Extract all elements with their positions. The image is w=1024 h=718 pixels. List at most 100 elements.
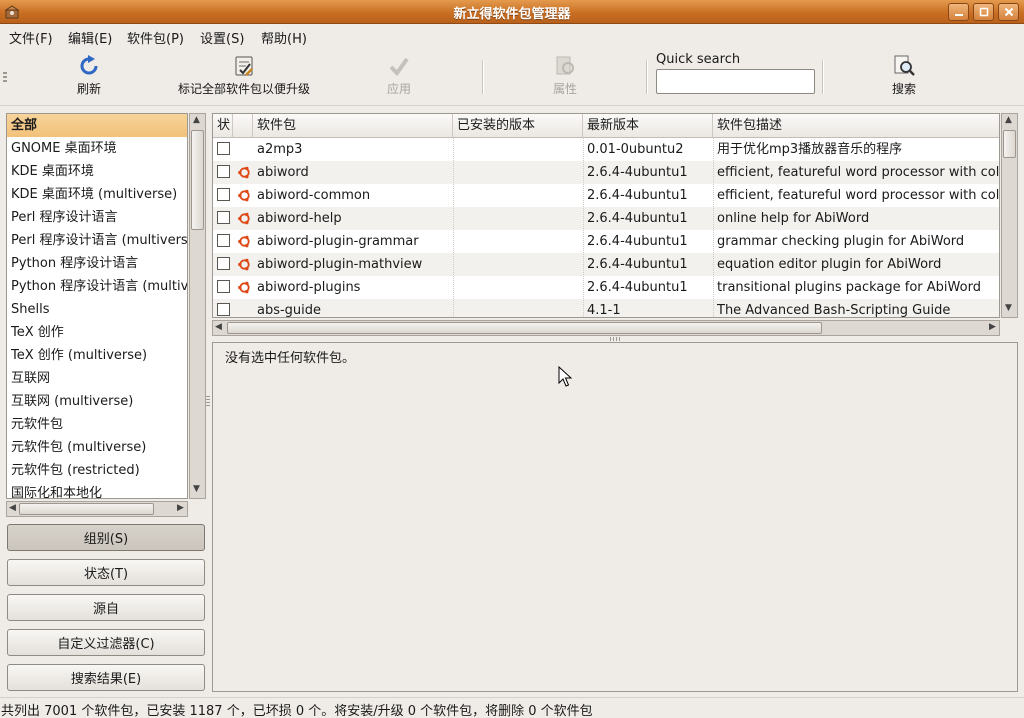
- section-item[interactable]: KDE 桌面环境 (multiverse): [7, 183, 187, 206]
- menu-settings[interactable]: 设置(S): [200, 28, 244, 47]
- scroll-right-icon[interactable]: ▶: [989, 322, 996, 332]
- section-list-vscrollbar[interactable]: ▲ ▼: [189, 113, 206, 499]
- table-hscrollbar[interactable]: ◀ ▶: [212, 320, 1000, 336]
- scroll-up-icon[interactable]: ▲: [193, 115, 200, 125]
- menu-package[interactable]: 软件包(P): [127, 28, 184, 47]
- minimize-button[interactable]: [948, 3, 969, 21]
- refresh-label: 刷新: [76, 82, 101, 96]
- groups-filter-button[interactable]: 组别(S): [7, 524, 205, 551]
- package-checkbox[interactable]: [217, 280, 230, 293]
- table-row[interactable]: abiword-help 2.6.4-4ubuntu1 online help fo…: [213, 207, 999, 230]
- package-checkbox[interactable]: [217, 257, 230, 270]
- section-item[interactable]: Python 程序设计语言: [7, 252, 187, 275]
- package-checkbox[interactable]: [217, 211, 230, 224]
- refresh-button[interactable]: 刷新: [68, 54, 110, 97]
- scroll-up-icon[interactable]: ▲: [1005, 115, 1012, 125]
- column-support[interactable]: [233, 114, 253, 138]
- section-list[interactable]: 全部 GNOME 桌面环境 KDE 桌面环境 KDE 桌面环境 (multiverse…: [6, 113, 188, 499]
- properties-icon: [556, 56, 574, 75]
- column-divider: [453, 138, 454, 317]
- installed-version: [453, 230, 583, 253]
- scroll-thumb[interactable]: [19, 503, 154, 515]
- column-description[interactable]: 软件包描述: [713, 114, 999, 138]
- section-item[interactable]: Perl 程序设计语言: [7, 206, 187, 229]
- table-row[interactable]: a2mp3 0.01-0ubuntu2 用于优化mp3播放器音乐的程序: [213, 138, 999, 161]
- latest-version: 4.1-1: [587, 303, 621, 318]
- section-item[interactable]: 互联网: [7, 367, 187, 390]
- menu-help[interactable]: 帮助(H): [261, 28, 307, 47]
- pane-splitter-grip[interactable]: [206, 396, 210, 408]
- section-item[interactable]: 互联网 (multiverse): [7, 390, 187, 413]
- scroll-right-icon[interactable]: ▶: [177, 503, 184, 513]
- section-item[interactable]: 全部: [7, 114, 187, 137]
- apply-check-icon: [389, 57, 409, 77]
- properties-button[interactable]: 属性: [546, 54, 584, 97]
- close-button[interactable]: [998, 3, 1019, 21]
- section-item[interactable]: 元软件包: [7, 413, 187, 436]
- latest-version: 2.6.4-4ubuntu1: [587, 188, 688, 203]
- scroll-down-icon[interactable]: ▼: [1005, 303, 1012, 313]
- scroll-left-icon[interactable]: ◀: [215, 322, 222, 332]
- maximize-button[interactable]: [973, 3, 994, 21]
- package-name: abiword-common: [257, 188, 371, 203]
- apply-button[interactable]: 应用: [380, 54, 418, 97]
- search-button[interactable]: 搜索: [884, 54, 924, 97]
- package-checkbox[interactable]: [217, 165, 230, 178]
- package-name: abiword: [257, 165, 309, 180]
- section-item[interactable]: 国际化和本地化: [7, 482, 187, 498]
- search-label: 搜索: [891, 82, 916, 96]
- section-item[interactable]: 元软件包 (multiverse): [7, 436, 187, 459]
- column-installed-version[interactable]: 已安装的版本: [453, 114, 583, 138]
- table-row[interactable]: abiword-plugin-grammar 2.6.4-4ubuntu1 gram…: [213, 230, 999, 253]
- table-vscrollbar[interactable]: ▲ ▼: [1001, 113, 1018, 318]
- column-status[interactable]: 状: [213, 114, 233, 138]
- pane-splitter-grip[interactable]: [610, 337, 622, 341]
- section-list-hscrollbar[interactable]: ◀ ▶: [6, 501, 188, 517]
- status-filter-button[interactable]: 状态(T): [7, 559, 205, 586]
- column-latest-version[interactable]: 最新版本: [583, 114, 713, 138]
- installed-version: [453, 207, 583, 230]
- section-item[interactable]: GNOME 桌面环境: [7, 137, 187, 160]
- section-item[interactable]: Perl 程序设计语言 (multiverse): [7, 229, 187, 252]
- package-checkbox[interactable]: [217, 303, 230, 316]
- scroll-thumb[interactable]: [191, 130, 204, 230]
- table-row[interactable]: abiword-common 2.6.4-4ubuntu1 efficient, f…: [213, 184, 999, 207]
- package-checkbox[interactable]: [217, 142, 230, 155]
- column-divider: [713, 138, 714, 317]
- scroll-thumb[interactable]: [227, 322, 822, 334]
- no-selection-message: 没有选中任何软件包。: [225, 351, 356, 366]
- scroll-down-icon[interactable]: ▼: [193, 484, 200, 494]
- search-results-button[interactable]: 搜索结果(E): [7, 664, 205, 691]
- section-item[interactable]: Python 程序设计语言 (multiverse): [7, 275, 187, 298]
- table-row[interactable]: abiword-plugins 2.6.4-4ubuntu1 transitiona…: [213, 276, 999, 299]
- package-checkbox[interactable]: [217, 234, 230, 247]
- scroll-thumb[interactable]: [1003, 130, 1016, 158]
- origin-filter-button[interactable]: 源自: [7, 594, 205, 621]
- section-item[interactable]: TeX 创作 (multiverse): [7, 344, 187, 367]
- custom-filter-button[interactable]: 自定义过滤器(C): [7, 629, 205, 656]
- section-item[interactable]: TeX 创作: [7, 321, 187, 344]
- mark-all-upgrades-button[interactable]: 标记全部软件包以便升级: [168, 54, 320, 97]
- toolbar-separator: [646, 60, 648, 94]
- toolbar-grip[interactable]: [3, 72, 7, 82]
- menu-edit[interactable]: 编辑(E): [68, 28, 112, 47]
- installed-version: [453, 299, 583, 317]
- quick-search-label: Quick search: [656, 52, 741, 67]
- section-item[interactable]: 元软件包 (restricted): [7, 459, 187, 482]
- scroll-left-icon[interactable]: ◀: [9, 503, 16, 513]
- table-header: 状 软件包 已安装的版本 最新版本 软件包描述: [213, 114, 999, 138]
- table-row[interactable]: abs-guide 4.1-1 The Advanced Bash-Scriptin…: [213, 299, 999, 318]
- section-item[interactable]: KDE 桌面环境: [7, 160, 187, 183]
- ubuntu-supported-icon: [238, 212, 250, 225]
- section-item[interactable]: Shells: [7, 298, 187, 321]
- installed-version: [453, 276, 583, 299]
- table-row[interactable]: abiword 2.6.4-4ubuntu1 efficient, featuref…: [213, 161, 999, 184]
- close-icon: [1004, 7, 1013, 17]
- toolbar: 刷新 标记全部软件包以便升级 应用 属性 搜索: [0, 48, 1024, 106]
- table-row[interactable]: abiword-plugin-mathview 2.6.4-4ubuntu1 equ…: [213, 253, 999, 276]
- package-checkbox[interactable]: [217, 188, 230, 201]
- menu-file[interactable]: 文件(F): [9, 28, 53, 47]
- package-name: abiword-plugins: [257, 280, 361, 295]
- column-package[interactable]: 软件包: [253, 114, 453, 138]
- quick-search-input[interactable]: [656, 69, 815, 94]
